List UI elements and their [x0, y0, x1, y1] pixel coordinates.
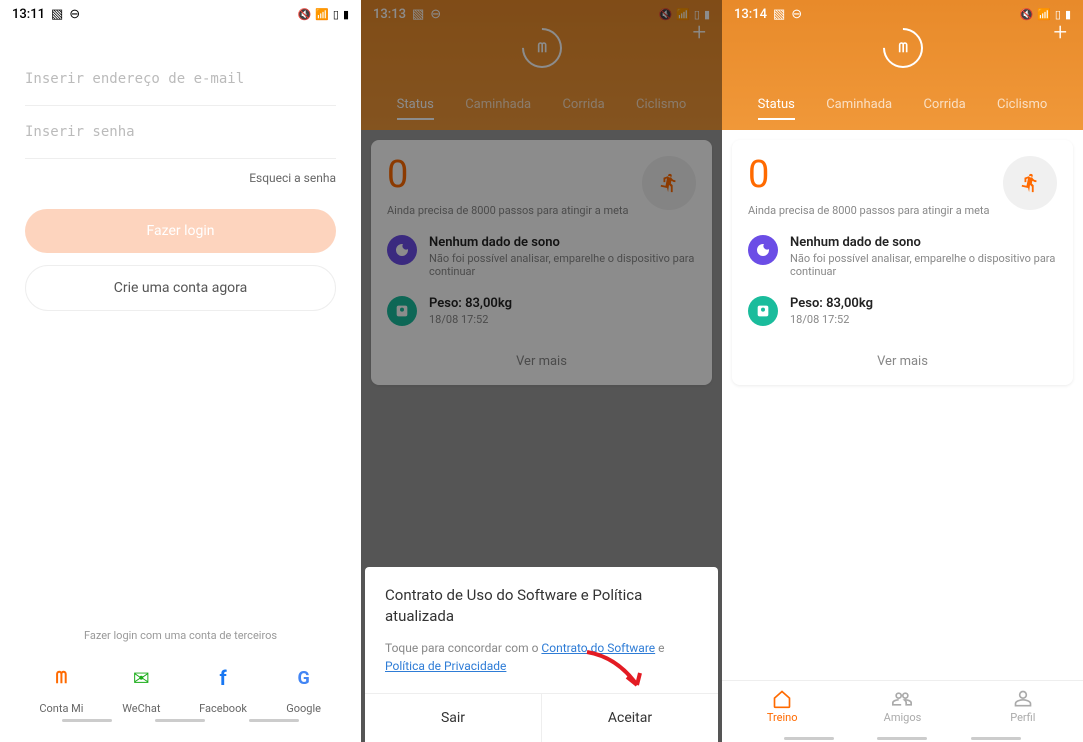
status-bar: 13:11 ▧ ⊖ 🔇 📶 ▯ ▮: [0, 0, 361, 28]
tab-cycle[interactable]: Ciclismo: [997, 97, 1047, 120]
steps-goal-text: Ainda precisa de 8000 passos para atingi…: [748, 204, 990, 217]
friends-icon: [892, 689, 912, 709]
sleep-title: Nenhum dado de sono: [429, 235, 696, 250]
image-icon: ▧: [773, 7, 785, 22]
battery-icon: ▮: [343, 8, 349, 21]
status-bar: 13:13 ▧ ⊖ 🔇 📶 ▯ ▮: [361, 0, 722, 28]
login-button[interactable]: Fazer login: [25, 209, 336, 253]
home-screen: 13:14 ▧ ⊖ 🔇 📶 ▯ ▮ + Status Caminhada Cor…: [722, 0, 1083, 742]
status-time: 13:14: [734, 7, 767, 22]
scale-icon: [748, 296, 778, 326]
see-more-link[interactable]: Ver mais: [748, 344, 1057, 369]
provider-mi[interactable]: ᗰ Conta Mi: [39, 660, 83, 715]
privacy-policy-link[interactable]: Política de Privacidade: [385, 659, 506, 673]
add-icon[interactable]: +: [692, 18, 706, 46]
tab-run[interactable]: Corrida: [923, 97, 965, 120]
sleep-title: Nenhum dado de sono: [790, 235, 1057, 250]
provider-google[interactable]: G Google: [286, 660, 322, 715]
weight-row[interactable]: Peso: 83,00kg 18/08 17:52: [748, 296, 1057, 326]
status-time: 13:13: [373, 7, 406, 22]
minus-icon: ⊖: [430, 7, 441, 22]
mi-icon: ᗰ: [43, 660, 79, 696]
software-contract-link[interactable]: Contrato do Software: [541, 641, 655, 655]
login-screen: 13:11 ▧ ⊖ 🔇 📶 ▯ ▮ Esqueci a senha Fazer …: [0, 0, 361, 742]
create-account-button[interactable]: Crie uma conta agora: [25, 265, 336, 311]
tab-cycle[interactable]: Ciclismo: [636, 97, 686, 120]
weight-title: Peso: 83,00kg: [429, 296, 696, 311]
forgot-password-link[interactable]: Esqueci a senha: [25, 171, 336, 185]
tab-walk[interactable]: Caminhada: [826, 97, 892, 120]
email-field[interactable]: [25, 53, 336, 106]
mi-logo-icon: [874, 20, 931, 77]
nav-indicator: [722, 733, 1083, 742]
mi-logo-icon: [513, 20, 570, 77]
accept-button[interactable]: Aceitar: [542, 694, 718, 742]
image-icon: ▧: [51, 7, 63, 22]
wifi-icon: 📶: [315, 8, 329, 21]
bottom-nav: Treino Amigos Perfil: [722, 680, 1083, 732]
wifi-icon: 📶: [676, 8, 690, 21]
sleep-subtitle: Não foi possível analisar, emparelhe o d…: [790, 252, 1057, 278]
weight-subtitle: 18/08 17:52: [790, 313, 1057, 326]
tab-run[interactable]: Corrida: [562, 97, 604, 120]
scale-icon: [387, 296, 417, 326]
profile-icon: [1013, 689, 1033, 709]
nav-train[interactable]: Treino: [722, 681, 842, 732]
tab-status[interactable]: Status: [397, 97, 434, 120]
dialog-text: Toque para concordar com o Contrato do S…: [385, 639, 698, 675]
mute-icon: 🔇: [297, 8, 311, 21]
nav-indicator: [0, 715, 361, 724]
wechat-icon: ✉: [123, 660, 159, 696]
password-field[interactable]: [25, 106, 336, 159]
terms-dialog: Contrato de Uso do Software e Política a…: [365, 567, 718, 742]
status-card: 0 Ainda precisa de 8000 passos para atin…: [732, 140, 1073, 385]
steps-count: 0: [748, 156, 990, 194]
tab-status[interactable]: Status: [758, 97, 795, 120]
walk-icon[interactable]: [1003, 156, 1057, 210]
mute-icon: 🔇: [658, 8, 672, 21]
wifi-icon: 📶: [1037, 8, 1051, 21]
image-icon: ▧: [412, 7, 424, 22]
home-screen-with-dialog: 13:13 ▧ ⊖ 🔇 📶 ▯ ▮ + Status Caminhada Cor…: [361, 0, 722, 742]
provider-wechat[interactable]: ✉ WeChat: [122, 660, 160, 715]
provider-facebook[interactable]: f Facebook: [199, 660, 247, 715]
exit-button[interactable]: Sair: [365, 694, 542, 742]
status-card: 0 Ainda precisa de 8000 passos para atin…: [371, 140, 712, 385]
google-icon: G: [286, 660, 322, 696]
nav-profile[interactable]: Perfil: [963, 681, 1083, 732]
moon-icon: [387, 235, 417, 265]
status-time: 13:11: [12, 7, 45, 22]
minus-icon: ⊖: [69, 7, 80, 22]
add-icon[interactable]: +: [1053, 18, 1067, 46]
dialog-title: Contrato de Uso do Software e Política a…: [385, 585, 698, 627]
status-bar: 13:14 ▧ ⊖ 🔇 📶 ▯ ▮: [722, 0, 1083, 28]
sleep-subtitle: Não foi possível analisar, emparelhe o d…: [429, 252, 696, 278]
facebook-icon: f: [205, 660, 241, 696]
mute-icon: 🔇: [1019, 8, 1033, 21]
weight-row[interactable]: Peso: 83,00kg 18/08 17:52: [387, 296, 696, 326]
signal-icon: ▯: [333, 8, 339, 21]
weight-subtitle: 18/08 17:52: [429, 313, 696, 326]
walk-icon[interactable]: [642, 156, 696, 210]
sleep-row[interactable]: Nenhum dado de sono Não foi possível ana…: [387, 235, 696, 278]
tab-walk[interactable]: Caminhada: [465, 97, 531, 120]
nav-friends[interactable]: Amigos: [842, 681, 962, 732]
see-more-link[interactable]: Ver mais: [387, 344, 696, 369]
moon-icon: [748, 235, 778, 265]
weight-title: Peso: 83,00kg: [790, 296, 1057, 311]
sleep-row[interactable]: Nenhum dado de sono Não foi possível ana…: [748, 235, 1057, 278]
steps-count: 0: [387, 156, 629, 194]
home-icon: [772, 689, 792, 709]
steps-goal-text: Ainda precisa de 8000 passos para atingi…: [387, 204, 629, 217]
third-party-label: Fazer login com uma conta de terceiros: [0, 629, 361, 642]
minus-icon: ⊖: [791, 7, 802, 22]
